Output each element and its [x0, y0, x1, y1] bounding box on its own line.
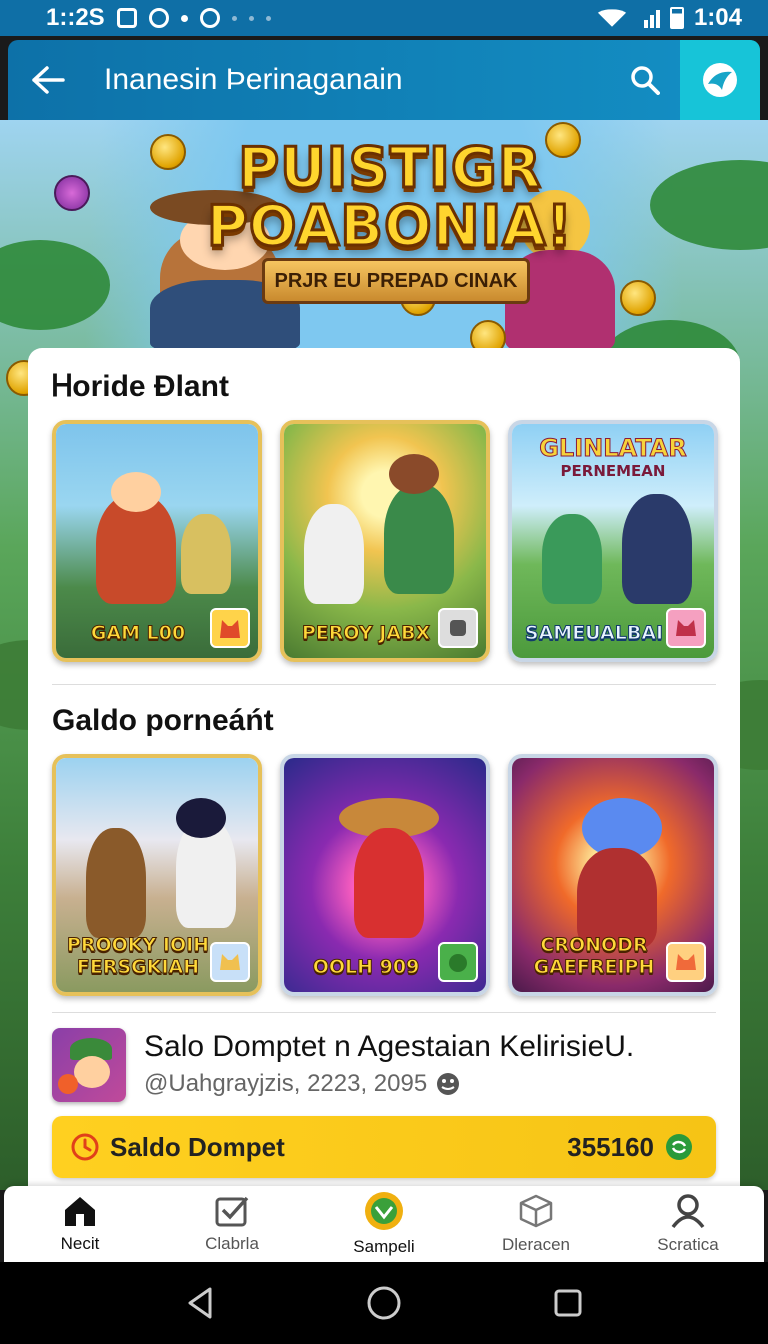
nav-item-home[interactable]: Necit — [4, 1186, 156, 1262]
more-dot-icon — [248, 15, 254, 21]
bottom-nav: Necit Clabrla Sampeli Dleracen Scratica — [4, 1186, 764, 1262]
game-tile-5[interactable]: OOLH 909 — [280, 754, 490, 996]
section-divider — [52, 1012, 716, 1013]
game-tile-heading: GLINLATAR — [539, 434, 688, 463]
system-home-icon[interactable] — [366, 1285, 402, 1321]
hero-title-line2: POABONIA! — [205, 194, 574, 259]
fox-badge-icon — [666, 942, 706, 982]
page-title: Inanesin Þerinaganain — [104, 63, 403, 96]
battery-icon — [669, 7, 684, 29]
back-arrow-icon — [32, 66, 65, 94]
hero-ribbon: PRJR EU PREPAD CINAK — [262, 258, 530, 304]
section-title-2: Galdo porneáńt — [52, 704, 274, 737]
game-tile-label: GAM L00 — [90, 622, 186, 645]
hero-title-line1: PUISTIGR — [237, 136, 543, 201]
game-tile-label: CRONODR GAEFREIPH — [533, 934, 655, 979]
game-tile-subheading: PERNEMEAN — [560, 462, 666, 480]
status-bar: 1::2S 1:04 — [0, 0, 768, 36]
system-back-icon[interactable] — [185, 1286, 215, 1320]
saldo-label: Saldo Dompet — [110, 1131, 285, 1162]
game-tile-4[interactable]: PROOKY IOIH FERSGKIAH — [52, 754, 262, 996]
clock-icon — [71, 1133, 99, 1161]
timer-icon — [199, 8, 220, 28]
home-icon — [65, 1197, 95, 1226]
game-tile-6[interactable]: CRONODR GAEFREIPH — [508, 754, 718, 996]
check-box-icon — [215, 1196, 249, 1227]
nav-label: Scratica — [657, 1235, 719, 1254]
nav-item-reward[interactable]: Sampeli — [308, 1186, 460, 1262]
gauntlet-badge-icon — [438, 608, 478, 648]
dot-icon — [180, 14, 188, 22]
fox-badge-icon — [666, 608, 706, 648]
wallet-subtitle: @Uahgrayjzis, 2223, 2095 — [144, 1070, 634, 1098]
nav-label: Clabrla — [205, 1234, 259, 1253]
game-tile-label: PROOKY IOIH FERSGKIAH — [66, 934, 210, 979]
section-title-1: Ꮋoride Ðlant — [52, 370, 229, 403]
status-time-left: 1::2S — [46, 4, 105, 31]
status-time-right: 1:04 — [693, 4, 742, 31]
game-tile-label: SAMEUALBAI — [524, 622, 664, 645]
game-row-2: PROOKY IOIH FERSGKIAH OOLH 909 CRONODR G… — [52, 754, 718, 996]
system-nav-bar — [0, 1262, 768, 1344]
brand-button[interactable] — [680, 40, 760, 120]
sync-icon — [148, 8, 169, 28]
search-icon — [631, 66, 660, 95]
nav-item-profile[interactable]: Scratica — [612, 1186, 764, 1262]
notification-icon — [116, 8, 137, 28]
profile-icon — [671, 1194, 705, 1229]
hero-title: PUISTIGR POABONIA! — [190, 136, 590, 259]
search-button[interactable] — [610, 40, 680, 120]
wallet-handle: @Uahgrayjzis, 2223, 2095 — [144, 1070, 428, 1097]
nav-item-tasks[interactable]: Clabrla — [156, 1186, 308, 1262]
cat-badge-icon — [210, 608, 250, 648]
nav-label: Dleracen — [501, 1235, 571, 1254]
wallet-avatar — [52, 1028, 126, 1102]
nav-label: Sampeli — [353, 1237, 415, 1256]
brand-logo-icon — [703, 63, 737, 97]
game-row-1: GAM L00 PEROY JABX GLINLATAR PERNEMEAN S… — [52, 420, 718, 662]
nav-label: Necit — [60, 1234, 100, 1253]
app-header: Inanesin Þerinaganain — [8, 40, 760, 120]
section-divider — [52, 684, 716, 685]
wallet-row[interactable]: Salo Domptet n Agestaian KelirisieU. @Ua… — [52, 1028, 716, 1104]
reward-icon — [365, 1192, 403, 1230]
package-icon — [519, 1194, 553, 1228]
game-tile-label: OOLH 909 — [312, 956, 420, 979]
smiley-icon — [437, 1073, 460, 1095]
wifi-icon — [594, 9, 630, 27]
system-recents-icon[interactable] — [553, 1288, 583, 1318]
back-button[interactable] — [8, 40, 88, 120]
game-tile-3[interactable]: GLINLATAR PERNEMEAN SAMEUALBAI — [508, 420, 718, 662]
nav-item-package[interactable]: Dleracen — [460, 1186, 612, 1262]
refresh-icon[interactable] — [664, 1132, 694, 1162]
saldo-bar[interactable]: Saldo Dompet 355160 — [52, 1116, 716, 1178]
bluetooth-icon — [231, 15, 237, 21]
more-dot-icon — [265, 15, 271, 21]
content-card: Ꮋoride Ðlant GAM L00 PEROY JABX GLINLATA… — [28, 348, 740, 1218]
signal-icon — [643, 8, 660, 28]
wallet-title: Salo Domptet n Agestaian KelirisieU. — [144, 1030, 635, 1063]
game-tile-1[interactable]: GAM L00 — [52, 420, 262, 662]
goblin-badge-icon — [438, 942, 478, 982]
saldo-value: 355160 — [567, 1131, 654, 1162]
game-tile-2[interactable]: PEROY JABX — [280, 420, 490, 662]
game-tile-label: PEROY JABX — [301, 622, 431, 645]
cat-badge-icon — [210, 942, 250, 982]
